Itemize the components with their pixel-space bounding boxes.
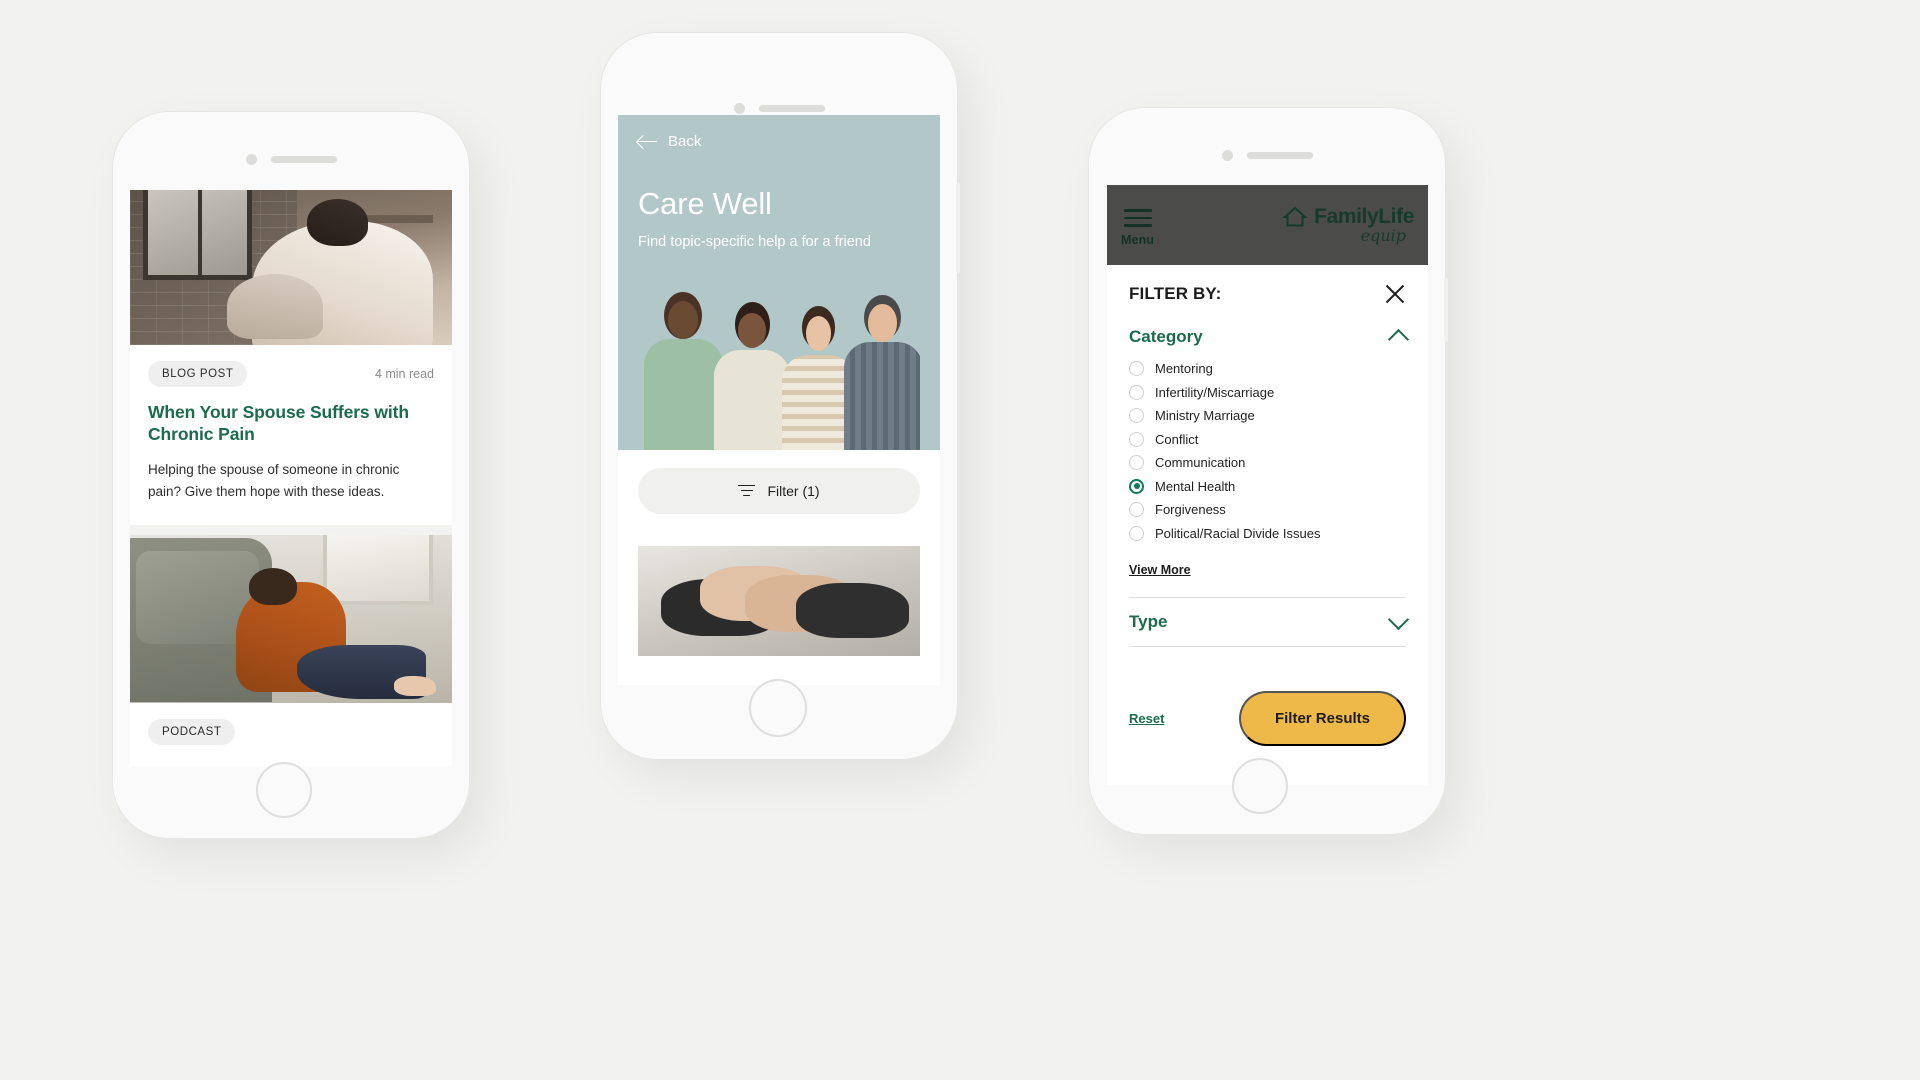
back-label: Back — [668, 133, 702, 150]
radio-button[interactable] — [1129, 408, 1144, 423]
camera-dot-icon — [733, 103, 745, 114]
camera-dot-icon — [245, 154, 257, 165]
radio-button[interactable] — [1129, 525, 1144, 541]
article-title[interactable]: When Your Spouse Suffers with Chronic Pa… — [148, 401, 434, 446]
speaker-grill-icon — [270, 156, 337, 163]
home-button[interactable] — [749, 679, 807, 737]
phone1-screen: BLOG POST 4 min read When Your Spouse Su… — [130, 190, 452, 766]
filter-option[interactable]: Communication — [1129, 455, 1406, 470]
brand-subname: equip — [1360, 226, 1406, 245]
filter-panel: FILTER BY: Category Mentoring Infertilit… — [1107, 265, 1428, 766]
section-title: Type — [1129, 612, 1168, 631]
filter-option-label: Mentoring — [1155, 361, 1213, 376]
back-button[interactable]: Back — [638, 133, 920, 150]
close-icon[interactable] — [1384, 283, 1406, 305]
menu-label: Menu — [1121, 232, 1155, 247]
filter-option[interactable]: Infertility/Miscarriage — [1129, 384, 1406, 400]
house-logo-icon — [1283, 206, 1308, 227]
filter-section-type: Type — [1129, 608, 1410, 632]
filter-option-label: Infertility/Miscarriage — [1155, 384, 1275, 400]
chevron-down-icon — [1387, 608, 1410, 631]
home-button[interactable] — [256, 762, 312, 818]
hero-image — [638, 270, 920, 450]
filter-button-label: Filter (1) — [767, 483, 820, 499]
filter-option[interactable]: Forgiveness — [1129, 502, 1406, 517]
filter-option-label: Mental Health — [1155, 478, 1236, 494]
menu-button[interactable]: Menu — [1121, 203, 1155, 247]
page-subtitle: Find topic-specific help a for a friend — [638, 234, 871, 250]
radio-button[interactable] — [1129, 502, 1144, 517]
filter-option-label: Communication — [1155, 455, 1246, 470]
filter-panel-header: FILTER BY: — [1129, 283, 1406, 305]
phone-mockup-article-list: BLOG POST 4 min read When Your Spouse Su… — [113, 112, 469, 838]
phone-side-button — [1444, 278, 1448, 342]
panel-title: FILTER BY: — [1129, 284, 1222, 303]
reset-button[interactable]: Reset — [1129, 711, 1164, 726]
filter-button[interactable]: Filter (1) — [638, 468, 920, 514]
camera-dot-icon — [1221, 150, 1233, 161]
phone-mockup-care-well: Back Care Well Find topic-specific help … — [601, 33, 960, 759]
radio-button-selected[interactable] — [1129, 478, 1144, 494]
result-card-image[interactable] — [638, 546, 920, 656]
article-meta-row: BLOG POST 4 min read — [148, 361, 434, 387]
speaker-grill-icon — [758, 105, 825, 112]
article-card-body: BLOG POST 4 min read When Your Spouse Su… — [130, 345, 452, 525]
hero-section: Back Care Well Find topic-specific help … — [618, 115, 940, 450]
phone-speaker-row — [1089, 150, 1445, 161]
filter-icon — [738, 484, 756, 498]
filter-bar: Filter (1) — [618, 450, 940, 532]
app-header: Menu FamilyLife equip — [1107, 185, 1428, 265]
section-title: Category — [1129, 327, 1203, 346]
page-title: Care Well — [638, 186, 772, 221]
filter-option[interactable]: Mentoring — [1129, 361, 1406, 376]
filter-option[interactable]: Ministry Marriage — [1129, 408, 1406, 423]
content-type-badge: PODCAST — [148, 718, 236, 745]
article-image — [130, 534, 452, 703]
speaker-grill-icon — [1246, 152, 1313, 159]
filter-option-selected[interactable]: Mental Health — [1129, 478, 1406, 494]
section-divider — [1129, 646, 1406, 647]
home-button[interactable] — [1232, 758, 1288, 814]
filter-option-label: Ministry Marriage — [1155, 408, 1255, 423]
filter-option-label: Conflict — [1155, 431, 1199, 447]
radio-button[interactable] — [1129, 455, 1144, 470]
radio-button[interactable] — [1129, 361, 1144, 376]
phone3-screen: Menu FamilyLife equip FILTER BY: Categor… — [1107, 185, 1428, 785]
familylife-logo[interactable]: FamilyLife equip — [1283, 205, 1414, 245]
view-more-link[interactable]: View More — [1129, 563, 1191, 577]
phone-mockup-filter-panel: Menu FamilyLife equip FILTER BY: Categor… — [1089, 108, 1448, 834]
phone2-screen: Back Care Well Find topic-specific help … — [618, 115, 940, 685]
filter-section-category: Category Mentoring Infertility/Miscarria… — [1129, 327, 1410, 579]
article-card[interactable]: BLOG POST 4 min read When Your Spouse Su… — [130, 190, 452, 525]
filter-option-label: Forgiveness — [1155, 502, 1226, 517]
phone-speaker-row — [113, 154, 469, 165]
phone-speaker-row — [601, 103, 957, 114]
radio-button[interactable] — [1129, 431, 1144, 447]
accordion-header-category[interactable]: Category — [1129, 327, 1410, 351]
article-image — [130, 190, 452, 345]
article-card[interactable]: PODCAST — [130, 534, 452, 767]
accordion-header-type[interactable]: Type — [1129, 608, 1410, 632]
read-time-label: 4 min read — [374, 367, 434, 381]
filter-option[interactable]: Conflict — [1129, 431, 1406, 447]
radio-button[interactable] — [1129, 384, 1144, 400]
article-meta-row: PODCAST — [148, 718, 434, 745]
hamburger-menu-icon — [1123, 209, 1152, 227]
content-type-badge: BLOG POST — [148, 361, 248, 387]
article-description: Helping the spouse of someone in chronic… — [148, 461, 400, 499]
phone-side-button — [956, 183, 960, 273]
chevron-up-icon — [1387, 328, 1410, 351]
filter-panel-footer: Reset Filter Results — [1129, 691, 1406, 766]
filter-option-label: Political/Racial Divide Issues — [1155, 525, 1321, 541]
arrow-left-icon — [638, 135, 658, 149]
filter-results-button[interactable]: Filter Results — [1238, 691, 1406, 746]
section-divider — [1129, 597, 1406, 598]
filter-option[interactable]: Political/Racial Divide Issues — [1129, 525, 1406, 541]
article-card-body: PODCAST — [130, 703, 452, 767]
scene-root: BLOG POST 4 min read When Your Spouse Su… — [0, 0, 1920, 1080]
